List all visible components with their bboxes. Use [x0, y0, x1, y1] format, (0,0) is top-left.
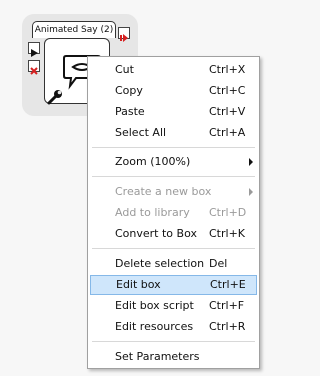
menu-item-shortcut: Ctrl+E [210, 278, 246, 291]
menu-item-paste[interactable]: Paste Ctrl+V [90, 102, 257, 122]
wrench-icon[interactable] [46, 88, 64, 106]
menu-item-edit-resources[interactable]: Edit resources Ctrl+R [90, 317, 257, 337]
menu-item-label: Create a new box [115, 185, 212, 198]
menu-item-shortcut: Ctrl+V [209, 105, 246, 118]
menu-item-label: Edit resources [115, 320, 194, 333]
menu-item-shortcut: Del [209, 257, 228, 270]
menu-item-label: Add to library [115, 206, 190, 219]
output-icon[interactable] [118, 27, 130, 42]
menu-item-label: Zoom (100%) [115, 155, 191, 168]
menu-item-label: Copy [115, 84, 143, 97]
play-input-icon[interactable] [28, 42, 40, 57]
menu-item-edit-box[interactable]: Edit box Ctrl+E [90, 275, 257, 295]
submenu-arrow-icon [249, 188, 253, 196]
menu-item-label: Cut [115, 63, 134, 76]
behavior-box-title[interactable]: Animated Say (2) [32, 21, 116, 38]
menu-item-label: Edit box script [115, 299, 194, 312]
menu-item-label: Edit box [116, 278, 161, 291]
menu-item-delete-selection[interactable]: Delete selection Del [90, 254, 257, 274]
menu-item-shortcut: Ctrl+R [209, 320, 246, 333]
menu-item-add-to-library[interactable]: Add to library Ctrl+D [90, 203, 257, 223]
menu-item-shortcut: Ctrl+C [209, 84, 246, 97]
menu-item-create-new-box[interactable]: Create a new box [90, 182, 257, 202]
menu-item-label: Delete selection [115, 257, 205, 270]
menu-item-label: Set Parameters [115, 350, 200, 363]
context-menu: Cut Ctrl+X Copy Ctrl+C Paste Ctrl+V Sele… [87, 56, 260, 369]
menu-item-cut[interactable]: Cut Ctrl+X [90, 60, 257, 80]
submenu-arrow-icon [249, 158, 253, 166]
menu-item-select-all[interactable]: Select All Ctrl+A [90, 123, 257, 143]
menu-item-shortcut: Ctrl+F [209, 299, 245, 312]
menu-item-copy[interactable]: Copy Ctrl+C [90, 81, 257, 101]
menu-item-edit-box-script[interactable]: Edit box script Ctrl+F [90, 296, 257, 316]
menu-item-convert-to-box[interactable]: Convert to Box Ctrl+K [90, 224, 257, 244]
menu-item-shortcut: Ctrl+X [209, 63, 246, 76]
stop-input-icon[interactable] [28, 60, 40, 75]
menu-item-shortcut: Ctrl+A [209, 126, 246, 139]
menu-item-label: Convert to Box [115, 227, 197, 240]
menu-item-shortcut: Ctrl+K [209, 227, 246, 240]
menu-item-shortcut: Ctrl+D [209, 206, 247, 219]
menu-separator [92, 341, 255, 342]
menu-separator [92, 176, 255, 177]
menu-item-zoom[interactable]: Zoom (100%) [90, 152, 257, 172]
menu-separator [92, 248, 255, 249]
menu-item-set-parameters[interactable]: Set Parameters [90, 347, 257, 367]
menu-separator [92, 147, 255, 148]
menu-item-label: Paste [115, 105, 145, 118]
menu-item-label: Select All [115, 126, 167, 139]
